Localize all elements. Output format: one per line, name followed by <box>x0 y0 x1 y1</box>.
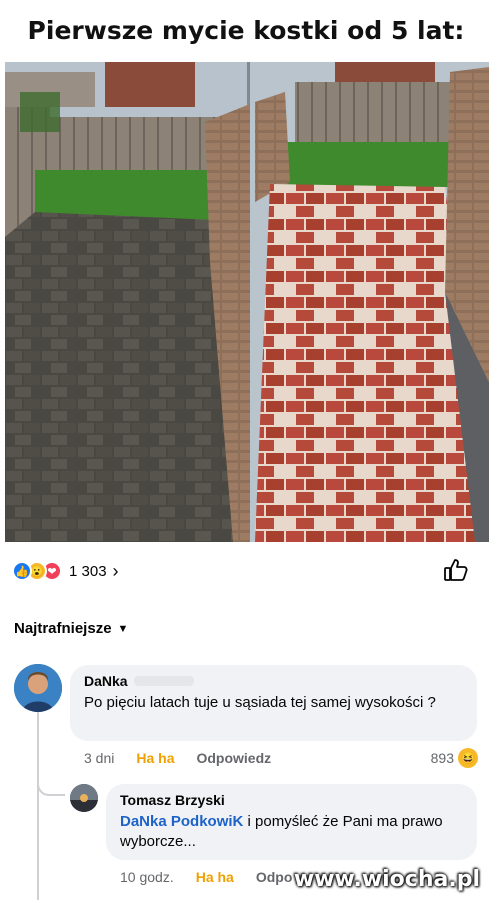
reply-link[interactable]: Odpowiedz <box>196 750 271 766</box>
comment-author[interactable]: DaNka <box>84 673 128 689</box>
reply-link[interactable]: Odpo <box>256 869 293 885</box>
comment-reaction-count[interactable]: 893 😆 <box>431 748 478 768</box>
reactions-summary[interactable]: 👍 😮 ❤ 1 303 › <box>12 560 119 582</box>
comment-bubble[interactable]: DaNka Po pięciu latach tuje u sąsiada te… <box>70 665 477 741</box>
chevron-down-icon: ▼ <box>117 622 129 635</box>
reply-time: 10 godz. <box>120 869 174 885</box>
sort-label: Najtrafniejsze <box>14 620 112 637</box>
reply-bubble[interactable]: Tomasz Brzyski DaNka PodkowiK i pomyśleć… <box>106 784 477 860</box>
reply-connector <box>37 774 65 796</box>
comments-sheet: 👍 😮 ❤ 1 303 › Najtrafniejsze ▼ DaNka Po … <box>0 542 492 900</box>
comment-actions: 3 dni Ha ha Odpowiedz <box>84 750 293 766</box>
thread-line <box>37 712 39 900</box>
like-button[interactable] <box>442 556 470 584</box>
avatar[interactable] <box>14 664 62 712</box>
like-icon: 👍 <box>12 561 32 581</box>
after-image <box>250 62 489 542</box>
haha-reaction-link[interactable]: Ha ha <box>136 750 174 766</box>
reply-author[interactable]: Tomasz Brzyski <box>120 792 463 808</box>
reply-text-row: DaNka PodkowiK i pomyśleć że Pani ma pra… <box>120 812 463 852</box>
post-headline: Pierwsze mycie kostki od 5 lat: <box>0 0 492 62</box>
redacted-name <box>133 676 194 686</box>
before-image <box>5 62 255 542</box>
haha-icon: 😆 <box>458 748 478 768</box>
haha-reaction-link[interactable]: Ha ha <box>196 869 234 885</box>
reaction-count: 1 303 <box>69 562 107 580</box>
before-after-photo[interactable] <box>5 62 489 542</box>
comment-author-row: DaNka <box>84 673 463 689</box>
comment-time: 3 dni <box>84 750 115 766</box>
comment-text: Po pięciu latach tuje u sąsiada tej same… <box>84 694 436 711</box>
avatar[interactable] <box>70 784 98 812</box>
reply-actions: 10 godz. Ha ha Odpo <box>120 869 314 885</box>
comment-reaction-number: 893 <box>430 750 454 766</box>
site-watermark: www.wiocha.pl <box>293 867 480 892</box>
chevron-right-icon: › <box>112 560 119 581</box>
mention-link[interactable]: DaNka PodkowiK <box>120 813 243 830</box>
thumbs-up-icon <box>444 559 468 581</box>
comment-sort-dropdown[interactable]: Najtrafniejsze ▼ <box>14 620 128 637</box>
